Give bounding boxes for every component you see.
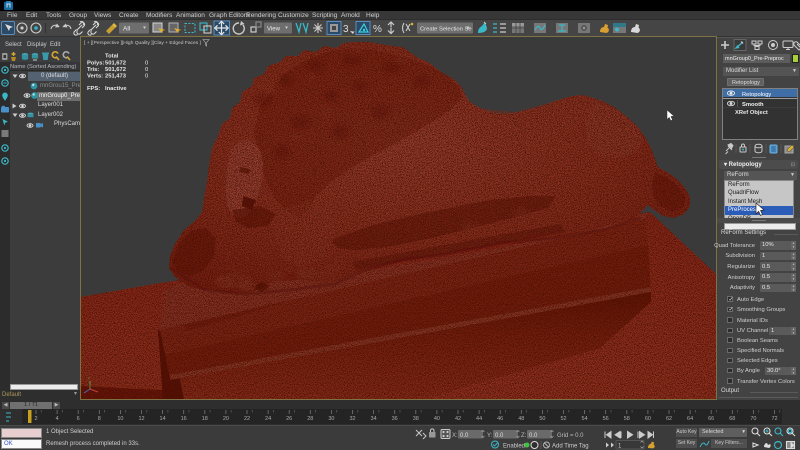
svg-text:Inactive: Inactive <box>105 86 127 92</box>
svg-text:34: 34 <box>371 416 377 422</box>
svg-text:Grid = 0.0: Grid = 0.0 <box>557 433 584 439</box>
svg-text:12: 12 <box>138 416 144 422</box>
svg-text:58: 58 <box>624 416 630 422</box>
svg-text:Y:: Y: <box>487 433 493 439</box>
svg-text:All: All <box>123 26 131 33</box>
svg-text:6: 6 <box>77 416 80 422</box>
svg-text:16: 16 <box>181 416 187 422</box>
svg-text:72: 72 <box>771 416 777 422</box>
svg-text:28: 28 <box>307 416 313 422</box>
svg-text:26: 26 <box>286 416 292 422</box>
svg-text:Add Time Tag: Add Time Tag <box>552 444 589 450</box>
svg-text:40: 40 <box>434 416 440 422</box>
svg-text:View: View <box>267 27 281 33</box>
svg-text:48: 48 <box>518 416 524 422</box>
svg-text:38: 38 <box>413 416 419 422</box>
svg-text:46: 46 <box>497 416 503 422</box>
svg-text:60: 60 <box>645 416 651 422</box>
svg-text:Create Selection Se: Create Selection Se <box>420 27 472 33</box>
svg-text:%: % <box>373 24 382 35</box>
svg-text:64: 64 <box>687 416 693 422</box>
svg-text:0: 0 <box>145 61 148 67</box>
svg-text:XRef Object: XRef Object <box>735 110 768 115</box>
svg-text:0.0: 0.0 <box>529 433 538 439</box>
svg-text:14: 14 <box>160 416 166 422</box>
svg-text:[ + ][Perspective ][High Quali: [ + ][Perspective ][High Quality ][Clay … <box>84 40 202 46</box>
svg-text:66: 66 <box>708 416 714 422</box>
svg-text:X:: X: <box>452 433 458 439</box>
svg-text:50: 50 <box>539 416 545 422</box>
svg-text:52: 52 <box>560 416 566 422</box>
svg-text:Polys:: Polys: <box>87 61 104 67</box>
svg-text:8: 8 <box>98 416 101 422</box>
svg-text:Verts:: Verts: <box>87 74 103 80</box>
svg-text:Tris:: Tris: <box>87 67 99 73</box>
svg-text:20: 20 <box>223 416 229 422</box>
svg-text:32: 32 <box>349 416 355 422</box>
svg-text:251,473: 251,473 <box>105 74 127 80</box>
svg-text:Enabled:: Enabled: <box>503 444 527 450</box>
svg-text:56: 56 <box>603 416 609 422</box>
svg-text:68: 68 <box>729 416 735 422</box>
svg-text:54: 54 <box>582 416 588 422</box>
svg-text:62: 62 <box>666 416 672 422</box>
svg-text:Z:: Z: <box>521 433 527 439</box>
svg-text:10: 10 <box>117 416 123 422</box>
svg-text:24: 24 <box>265 416 271 422</box>
svg-text:501,672: 501,672 <box>105 61 126 67</box>
svg-text:0: 0 <box>145 67 148 73</box>
svg-text:0.0: 0.0 <box>460 433 469 439</box>
svg-text:3: 3 <box>343 24 349 35</box>
svg-text:36: 36 <box>392 416 398 422</box>
svg-text:2: 2 <box>34 416 37 422</box>
svg-text:0: 0 <box>145 74 148 80</box>
svg-text:22: 22 <box>244 416 250 422</box>
svg-text:z: z <box>88 375 90 380</box>
svg-text:30: 30 <box>328 416 334 422</box>
svg-text:0.0: 0.0 <box>495 433 504 439</box>
svg-text:501,672: 501,672 <box>105 67 126 73</box>
svg-text:42: 42 <box>455 416 461 422</box>
svg-text:70: 70 <box>750 416 756 422</box>
svg-text:18: 18 <box>202 416 208 422</box>
svg-text:Total: Total <box>105 54 119 60</box>
svg-text:Retopology: Retopology <box>742 92 771 98</box>
svg-text:FPS:: FPS: <box>87 86 100 92</box>
svg-text:44: 44 <box>476 416 482 422</box>
svg-text:4: 4 <box>56 416 59 422</box>
